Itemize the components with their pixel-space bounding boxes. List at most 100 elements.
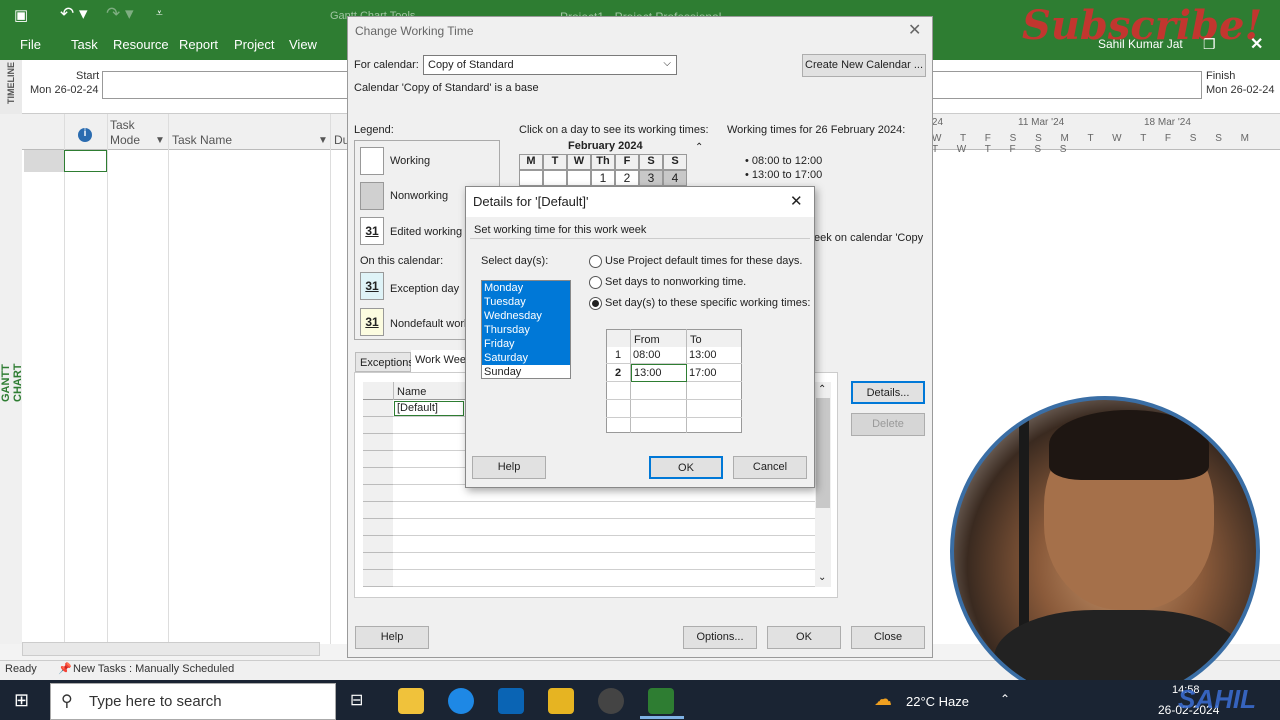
cwt-title: Change Working Time	[355, 24, 474, 38]
search-icon: ⚲	[61, 693, 73, 710]
radio-nonworking-label[interactable]: Set days to nonworking time.	[605, 276, 746, 288]
close-icon[interactable]: ✕	[1250, 34, 1263, 54]
weather-text[interactable]: 22°C Haze	[906, 694, 969, 709]
day-letters: W T F S S M T W T F S S M T W T F S S	[932, 133, 1258, 155]
cwt-help-button[interactable]: Help	[355, 626, 429, 649]
options-button[interactable]: Options...	[683, 626, 757, 649]
cwt-ok-button[interactable]: OK	[767, 626, 841, 649]
cwt-close-button[interactable]: Close	[851, 626, 925, 649]
menu-project[interactable]: Project	[234, 37, 274, 52]
radio-specific-label[interactable]: Set day(s) to these specific working tim…	[605, 297, 810, 309]
working-time-2: • 13:00 to 17:00	[745, 169, 823, 181]
calendar-scroll-up-icon[interactable]: ⌃	[695, 142, 703, 153]
project-icon[interactable]	[648, 688, 674, 714]
folder-icon[interactable]	[548, 688, 574, 714]
timegrid-rows	[606, 346, 742, 433]
calendar-day[interactable]: 1	[591, 170, 615, 186]
row-header[interactable]	[24, 150, 64, 172]
file-manager-icon[interactable]	[398, 688, 424, 714]
col-task-mode[interactable]: Task Mode	[110, 118, 160, 148]
day-sunday[interactable]: Sunday	[482, 365, 570, 379]
task-mode-dropdown-icon[interactable]: ▼	[155, 135, 165, 146]
working-times-header: Working times for 26 February 2024:	[727, 124, 906, 136]
day-friday[interactable]: Friday	[482, 337, 570, 351]
table-scroll-thumb[interactable]	[816, 398, 830, 508]
taskbar-search[interactable]: ⚲ Type here to search	[50, 683, 336, 720]
weekday-header: M	[519, 154, 543, 170]
weekday-header: F	[615, 154, 639, 170]
gantt-chart-label: GANTT CHART	[0, 363, 24, 403]
day-thursday[interactable]: Thursday	[482, 323, 570, 337]
user-name[interactable]: Sahil Kumar Jat	[1098, 37, 1183, 51]
horizontal-scrollbar[interactable]	[22, 642, 320, 656]
outlook-icon[interactable]	[498, 688, 524, 714]
for-calendar-select[interactable]: Copy of Standard ⌵	[423, 55, 677, 75]
calendar-day[interactable]	[543, 170, 567, 186]
details-ok-button[interactable]: OK	[649, 456, 723, 479]
task-view-icon[interactable]: ⊟	[350, 690, 363, 710]
tray-chevron-icon[interactable]: ⌃	[1000, 692, 1010, 706]
task-name-dropdown-icon[interactable]: ▼	[318, 135, 328, 146]
person-hair	[1049, 410, 1209, 480]
tab-work-weeks[interactable]: Work Weeks	[411, 350, 465, 372]
week-label: 18 Mar '24	[1144, 117, 1191, 128]
time-to-2[interactable]: 17:00	[689, 367, 717, 379]
weekday-header: W	[567, 154, 591, 170]
menu-report[interactable]: Report	[179, 37, 218, 52]
menu-task[interactable]: Task	[71, 37, 98, 52]
time-to-1[interactable]: 13:00	[689, 349, 717, 361]
for-calendar-value: Copy of Standard	[428, 59, 514, 71]
restore-icon[interactable]: ❐	[1203, 36, 1216, 53]
legend-nonworking: Nonworking	[390, 190, 449, 202]
tab-exceptions[interactable]: Exceptions	[355, 352, 414, 372]
calendar-day[interactable]: 3	[639, 170, 663, 186]
day-tuesday[interactable]: Tuesday	[482, 295, 570, 309]
edge-icon[interactable]	[448, 688, 474, 714]
customize-qat-icon[interactable]: ⩡	[156, 6, 163, 21]
delete-button[interactable]: Delete	[851, 413, 925, 436]
undo-icon[interactable]: ↶ ▾	[60, 4, 88, 24]
details-close-icon[interactable]: ✕	[790, 192, 803, 210]
status-new-tasks[interactable]: New Tasks : Manually Scheduled	[73, 663, 234, 675]
time-from-1[interactable]: 08:00	[633, 349, 661, 361]
radio-default-times[interactable]	[589, 255, 602, 268]
day-wednesday[interactable]: Wednesday	[482, 309, 570, 323]
calendar-day[interactable]	[519, 170, 543, 186]
day-saturday[interactable]: Saturday	[482, 351, 570, 365]
selected-cell[interactable]	[64, 150, 107, 172]
table-row-default[interactable]: [Default]	[394, 401, 464, 416]
timeline-bar-right[interactable]	[932, 71, 1202, 99]
redo-icon[interactable]: ↷ ▾	[106, 4, 134, 24]
click-day-text: Click on a day to see its working times:	[519, 124, 709, 136]
obs-icon[interactable]	[598, 688, 624, 714]
windows-start-icon[interactable]: ⊞	[14, 690, 29, 711]
details-help-button[interactable]: Help	[472, 456, 546, 479]
menu-file[interactable]: File	[20, 37, 41, 52]
details-button[interactable]: Details...	[851, 381, 925, 404]
month-calendar[interactable]: M T W Th F S S 1 2 3 4	[519, 154, 691, 188]
weather-icon: ☁	[874, 689, 892, 709]
radio-nonworking[interactable]	[589, 276, 602, 289]
cwt-close-icon[interactable]: ✕	[908, 20, 921, 40]
menu-resource[interactable]: Resource	[113, 37, 169, 52]
radio-default-label[interactable]: Use Project default times for these days…	[605, 255, 802, 267]
menu-view[interactable]: View	[289, 37, 317, 52]
time-from-2[interactable]: 13:00	[631, 364, 687, 382]
scroll-up-icon[interactable]: ⌃	[818, 384, 826, 395]
calendar-day[interactable]: 4	[663, 170, 687, 186]
weekday-header: S	[663, 154, 687, 170]
save-icon[interactable]: ▣	[14, 6, 28, 24]
radio-specific-times[interactable]	[589, 297, 602, 310]
timegrid-header	[607, 330, 741, 347]
day-monday[interactable]: Monday	[482, 281, 570, 295]
timeline-bar[interactable]	[102, 71, 348, 99]
weekday-header: T	[543, 154, 567, 170]
legend-nonworking-swatch	[360, 182, 384, 210]
details-cancel-button[interactable]: Cancel	[733, 456, 807, 479]
scroll-down-icon[interactable]: ⌄	[818, 572, 826, 583]
create-new-calendar-button[interactable]: Create New Calendar ...	[802, 54, 926, 77]
calendar-day[interactable]: 2	[615, 170, 639, 186]
calendar-day[interactable]	[567, 170, 591, 186]
grid-line	[168, 114, 169, 644]
col-task-name[interactable]: Task Name	[172, 133, 232, 147]
